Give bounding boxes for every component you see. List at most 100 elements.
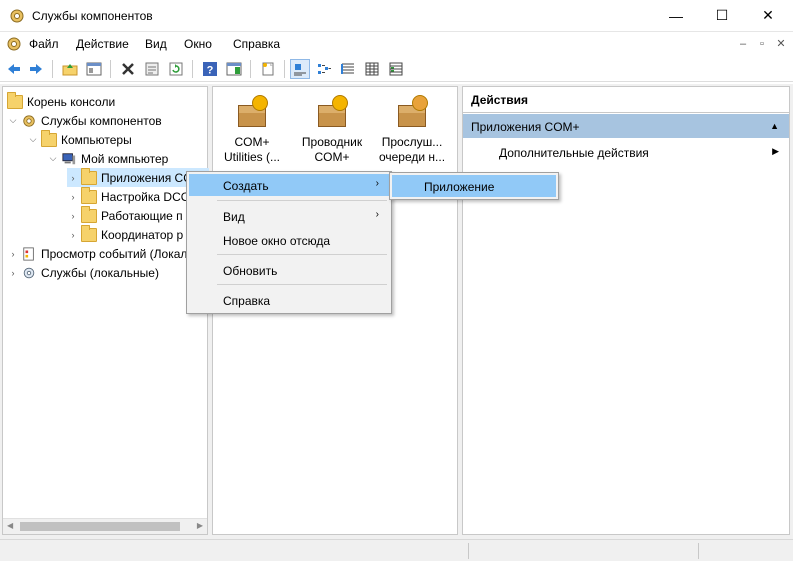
toolbar-separator	[250, 60, 251, 78]
toolbar-separator	[192, 60, 193, 78]
expanded-arrow-icon[interactable]: ⌵	[47, 153, 59, 164]
content-item-com-explorer[interactable]: Проводник COM+	[293, 95, 371, 165]
folder-icon	[81, 167, 97, 185]
tree-item-my-computer[interactable]: ⌵ Мой компьютер	[47, 149, 169, 168]
tree-item-label: Работающие п	[101, 208, 183, 223]
folder-icon	[81, 205, 97, 223]
submenu-item-application[interactable]: Приложение	[392, 175, 556, 197]
list-view-icon[interactable]	[338, 59, 358, 79]
folder-icon	[41, 129, 57, 147]
mdi-close-button[interactable]: ✕	[772, 36, 790, 52]
context-menu-refresh[interactable]: Обновить	[189, 259, 389, 281]
actions-group-label: Приложения COM+	[471, 120, 580, 134]
menu-file[interactable]: Файл	[29, 37, 59, 51]
actions-item-more-actions[interactable]: Дополнительные действия ▶	[463, 140, 789, 164]
com-package-icon	[312, 95, 352, 131]
event-viewer-icon	[23, 246, 34, 261]
scrollbar-thumb[interactable]	[20, 522, 180, 531]
large-icons-view-icon[interactable]	[290, 59, 310, 79]
content-item-label: Проводник	[301, 135, 363, 149]
properties-icon[interactable]	[142, 59, 162, 79]
component-services-small-icon[interactable]	[6, 36, 22, 52]
delete-icon[interactable]	[118, 59, 138, 79]
folder-icon	[81, 224, 97, 242]
show-tree-icon[interactable]	[84, 59, 104, 79]
refresh-icon[interactable]	[166, 59, 186, 79]
context-menu-label: Вид	[223, 210, 245, 224]
window-title: Службы компонентов	[32, 9, 153, 23]
context-menu-label: Обновить	[223, 264, 278, 278]
tree-item-computers[interactable]: ⌵ Компьютеры	[27, 129, 132, 149]
minimize-button[interactable]: —	[653, 0, 699, 31]
close-button[interactable]: ✕	[745, 0, 791, 31]
tree-item-console-root[interactable]: Корень консоли	[7, 91, 116, 111]
tree-item-distributed-coordinator[interactable]: › Координатор р	[67, 224, 183, 244]
context-menu-label: Новое окно отсюда	[223, 234, 331, 248]
actions-pane: Действия Приложения COM+ ▲ Дополнительны…	[462, 86, 790, 535]
tree-item-label: Корень консоли	[27, 94, 116, 109]
actions-item-label: Дополнительные действия	[499, 146, 649, 160]
collapsed-arrow-icon[interactable]: ›	[7, 249, 19, 259]
scroll-left-icon[interactable]: ◀	[7, 521, 13, 530]
forward-icon[interactable]	[26, 59, 46, 79]
tree-item-local-services[interactable]: › Службы (локальные)	[7, 263, 159, 282]
help-icon[interactable]: ?	[200, 59, 220, 79]
collapsed-arrow-icon[interactable]: ›	[67, 211, 79, 221]
tree-item-running-processes[interactable]: › Работающие п	[67, 205, 183, 225]
status-view-icon[interactable]	[386, 59, 406, 79]
menu-help[interactable]: Справка	[233, 37, 280, 51]
menu-separator	[217, 284, 387, 285]
submenu-arrow-icon: ›	[375, 209, 379, 220]
small-icons-view-icon[interactable]	[314, 59, 334, 79]
create-submenu: Приложение	[389, 172, 559, 200]
collapse-arrow-icon[interactable]: ▲	[770, 121, 779, 131]
expanded-arrow-icon[interactable]: ⌵	[7, 115, 19, 126]
content-item-com-utilities[interactable]: COM+ Utilities (...	[213, 95, 291, 165]
expanded-arrow-icon[interactable]: ⌵	[27, 134, 39, 145]
context-menu-new-window[interactable]: Новое окно отсюда	[189, 229, 389, 251]
show-hide-icon[interactable]	[224, 59, 244, 79]
toolbar-separator	[52, 60, 53, 78]
tree-item-dcom-config[interactable]: › Настройка DCO	[67, 186, 191, 206]
toolbar: ?	[0, 56, 793, 82]
tree-item-component-services[interactable]: ⌵ Службы компонентов	[7, 111, 162, 130]
menu-view[interactable]: Вид	[145, 37, 167, 51]
export-icon[interactable]	[258, 59, 278, 79]
tree-item-event-viewer[interactable]: › Просмотр событий (Локал	[7, 244, 188, 263]
context-menu-view[interactable]: Вид ›	[189, 205, 389, 227]
context-menu-create[interactable]: Создать ›	[189, 174, 389, 196]
details-view-icon[interactable]	[362, 59, 382, 79]
back-icon[interactable]	[4, 59, 24, 79]
collapsed-arrow-icon[interactable]: ›	[7, 268, 19, 278]
up-folder-icon[interactable]	[60, 59, 80, 79]
submenu-arrow-icon: ▶	[772, 146, 779, 156]
toolbar-separator	[110, 60, 111, 78]
scroll-right-icon[interactable]: ▶	[197, 521, 203, 530]
tree-item-label: Просмотр событий (Локал	[41, 246, 188, 261]
actions-group-com-applications[interactable]: Приложения COM+ ▲	[463, 114, 789, 138]
console-tree[interactable]: Корень консоли ⌵ Службы компонентов ⌵ Ко…	[2, 86, 209, 535]
collapsed-arrow-icon[interactable]: ›	[67, 173, 79, 183]
tree-item-label: Компьютеры	[61, 132, 132, 147]
status-separator	[468, 543, 469, 559]
mdi-minimize-button[interactable]: –	[734, 36, 752, 52]
collapsed-arrow-icon[interactable]: ›	[67, 192, 79, 202]
folder-icon	[7, 91, 23, 109]
status-separator	[698, 543, 699, 559]
menu-window[interactable]: Окно	[184, 37, 212, 51]
horizontal-scrollbar[interactable]: ◀ ▶	[3, 518, 207, 534]
menu-action[interactable]: Действие	[76, 37, 129, 51]
content-item-label: Utilities (...	[223, 150, 280, 164]
com-package-icon	[392, 95, 432, 131]
context-menu-help[interactable]: Справка	[189, 289, 389, 311]
computer-icon	[62, 152, 76, 164]
tree-item-label: Настройка DCO	[101, 189, 191, 204]
title-bar: Службы компонентов — ☐ ✕	[0, 0, 793, 32]
mdi-restore-button[interactable]: ▫	[753, 36, 771, 52]
services-gear-icon	[23, 267, 35, 278]
collapsed-arrow-icon[interactable]: ›	[67, 230, 79, 240]
content-item-label: COM+	[314, 150, 350, 164]
content-item-queue-listener[interactable]: Прослуш... очереди н...	[373, 95, 451, 165]
maximize-button[interactable]: ☐	[699, 0, 745, 31]
submenu-item-label: Приложение	[424, 180, 495, 194]
